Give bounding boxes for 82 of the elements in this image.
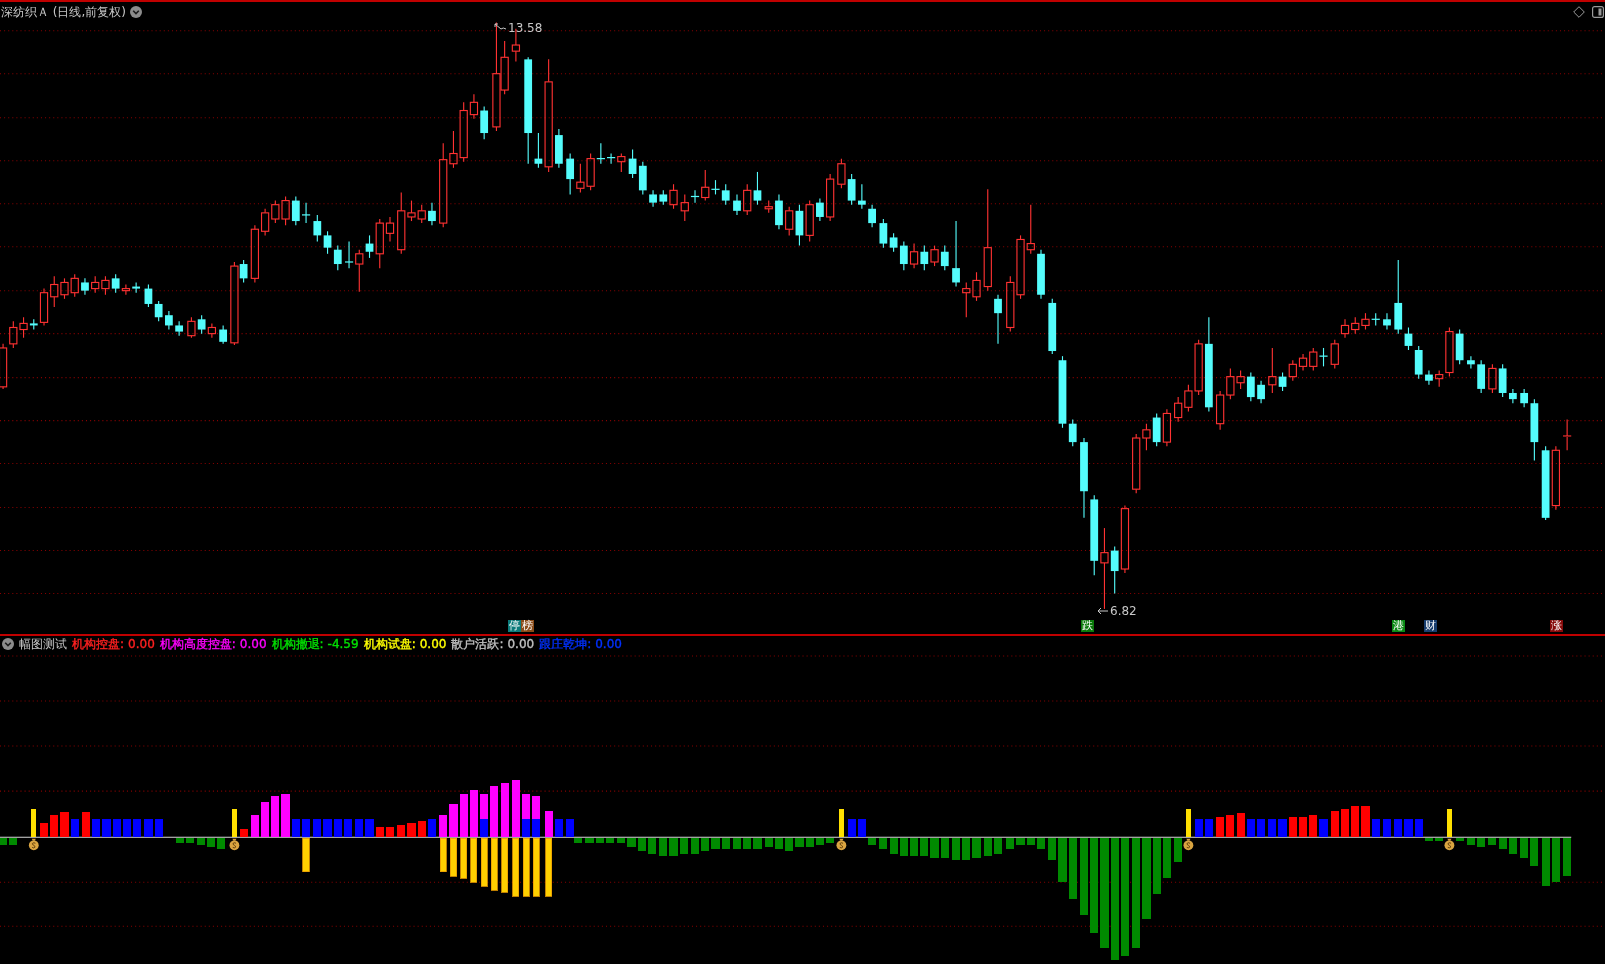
indicator-name: 幅图测试 — [19, 637, 67, 651]
retreat-bar — [1477, 837, 1486, 848]
retreat-bar — [753, 837, 762, 850]
indicator-label: 机构试盘: — [363, 637, 416, 651]
retreat-bar — [805, 837, 814, 848]
retreat-bar — [711, 837, 720, 850]
event-tag: 财 — [1424, 620, 1437, 632]
diamond-icon[interactable] — [1573, 6, 1585, 18]
retreat-bar — [647, 837, 657, 854]
retreat-bar — [1541, 837, 1550, 887]
retreat-bar — [743, 837, 752, 850]
retreat-bar — [951, 837, 961, 860]
retreat-bar — [764, 837, 773, 848]
retreat-bar — [940, 837, 949, 858]
event-tag: 榜 — [521, 620, 534, 632]
indicator-label: 机构控盘: — [72, 637, 125, 651]
retreat-bar — [910, 837, 919, 856]
chevron-down-icon[interactable] — [130, 6, 142, 18]
retreat-bar — [574, 837, 583, 844]
chevron-down-icon[interactable] — [2, 638, 14, 650]
retreat-bar — [701, 837, 710, 852]
retreat-bar — [1530, 837, 1539, 866]
retreat-bar — [962, 837, 971, 860]
price-label: 13.58 — [508, 21, 543, 35]
retreat-bar — [785, 837, 794, 852]
indicator-label: 机构撤退: — [271, 637, 324, 651]
retreat-bar — [9, 837, 18, 846]
retreat-bar — [721, 837, 730, 850]
retreat-bar — [889, 837, 898, 854]
retreat-bar — [690, 837, 700, 854]
retreat-bar — [1152, 837, 1161, 895]
event-tag: 港 — [1392, 620, 1405, 632]
retreat-bar — [993, 837, 1003, 854]
indicator-label: 机构高度控盘: — [159, 637, 236, 651]
retreat-bar — [815, 837, 824, 846]
money-bag-icon — [836, 838, 847, 851]
money-bag-icon — [1444, 838, 1455, 851]
retreat-bar — [930, 837, 939, 858]
indicator-value: 0.00 — [419, 637, 447, 651]
retreat-bar — [1508, 837, 1517, 854]
retreat-bar — [795, 837, 804, 848]
retreat-bar — [1563, 837, 1572, 877]
indicator-value: 0.00 — [595, 637, 622, 651]
retreat-bar — [826, 837, 835, 844]
retreat-bar — [1068, 837, 1077, 899]
panel-toggle-icon[interactable] — [1592, 6, 1604, 18]
indicator-label: 跟庄乾坤: — [539, 637, 592, 651]
arrow-icon — [1097, 607, 1109, 615]
stock-title: 深纺织Ａ (日线,前复权) — [1, 5, 126, 19]
event-tag: 跌 — [1081, 620, 1094, 632]
money-bag-icon — [28, 838, 39, 851]
retreat-bar — [1162, 837, 1171, 879]
retreat-bar — [732, 837, 742, 850]
indicator-label: 散户活跃: — [451, 637, 504, 651]
retreat-bar — [1455, 837, 1464, 842]
retreat-bar — [920, 837, 929, 856]
event-tag: 涨 — [1550, 620, 1563, 632]
money-bag-icon — [1183, 838, 1194, 851]
retreat-bar — [1174, 837, 1183, 862]
retreat-bar — [196, 837, 205, 846]
retreat-bar — [217, 837, 226, 850]
price-label: 6.82 — [1110, 604, 1137, 618]
retreat-bar — [868, 837, 877, 846]
indicator-value: -4.59 — [327, 637, 359, 651]
indicator-value: 0.00 — [128, 637, 155, 651]
retreat-bar — [1520, 837, 1529, 858]
retreat-bar — [1466, 837, 1475, 846]
retreat-bar — [679, 837, 688, 854]
retreat-bar — [637, 837, 646, 852]
retreat-bar — [972, 837, 981, 858]
money-bag-icon — [229, 838, 240, 851]
indicator-value: 0.00 — [507, 637, 535, 651]
event-tag: 停 — [508, 620, 521, 632]
retreat-bar — [659, 837, 668, 856]
retreat-bar — [983, 837, 992, 856]
retreat-bar — [1551, 837, 1560, 883]
retreat-bar — [899, 837, 908, 856]
retreat-bar — [669, 837, 678, 856]
retreat-bar — [206, 837, 215, 848]
retreat-bar — [879, 837, 888, 850]
retreat-bar — [774, 837, 784, 850]
indicator-value: 0.00 — [239, 637, 267, 651]
